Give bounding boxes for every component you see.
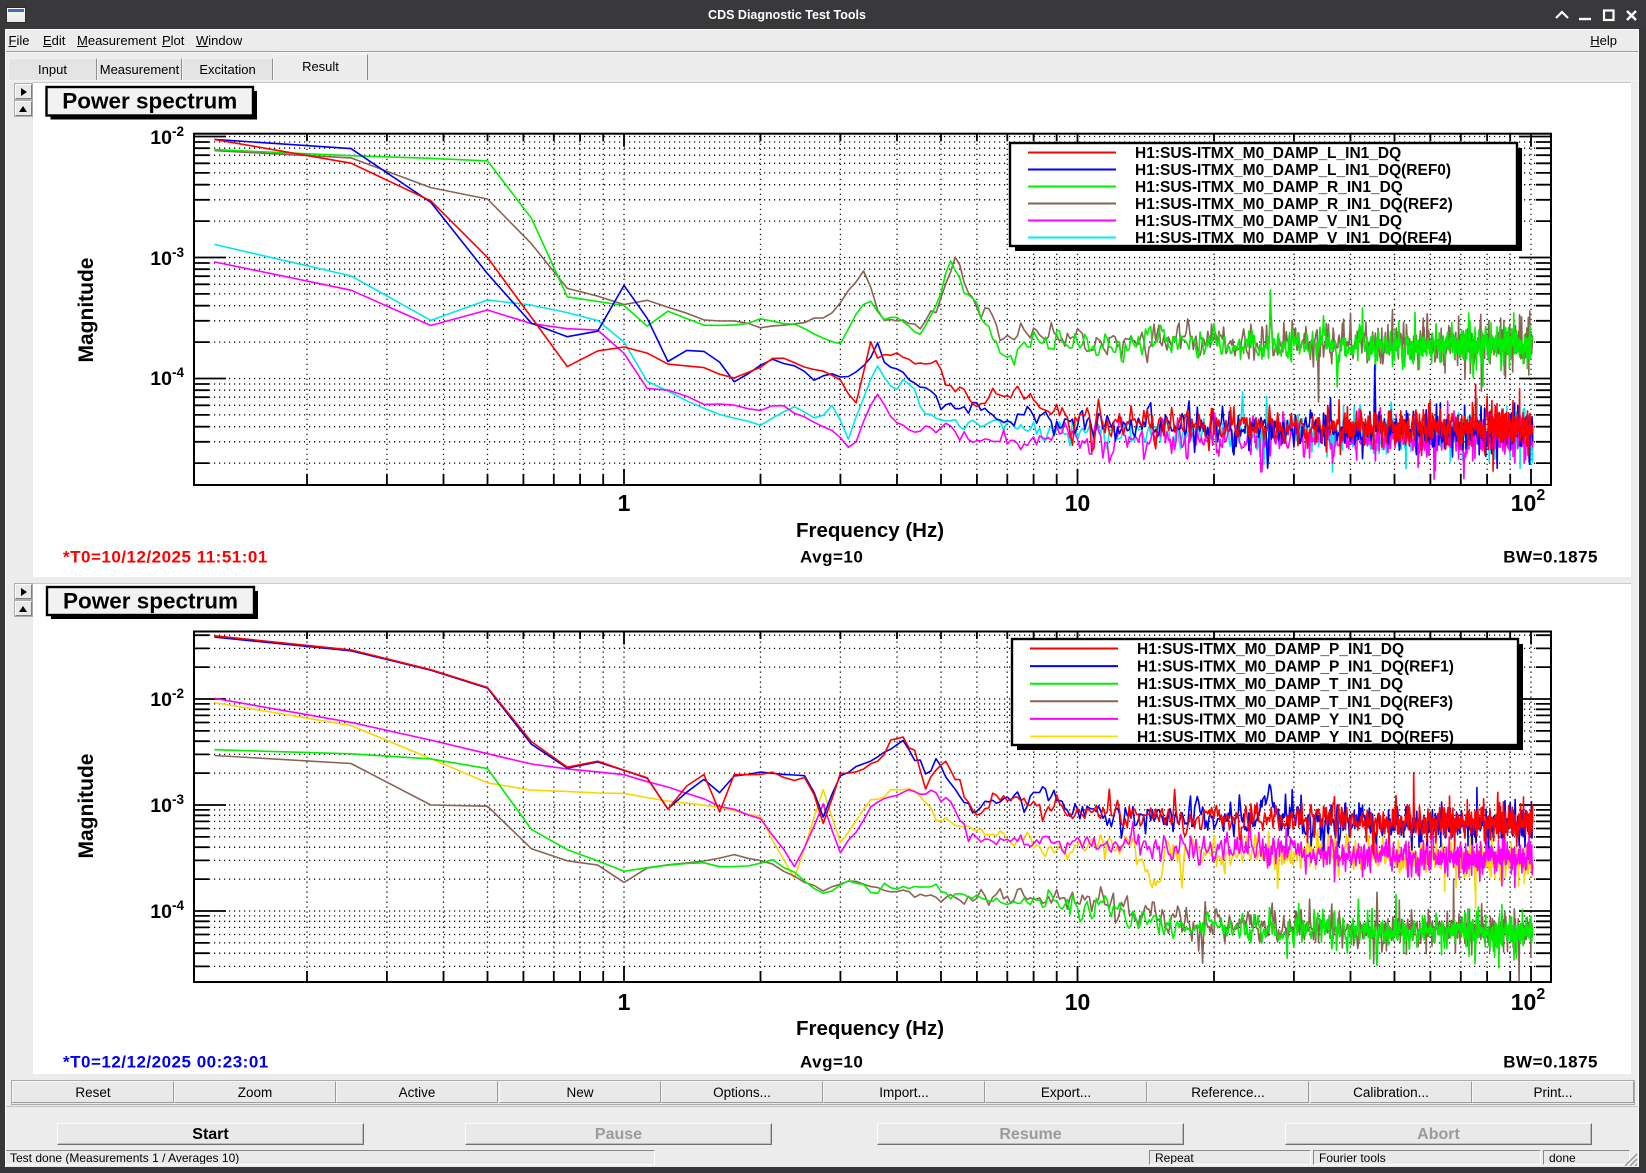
svg-text:Frequency (Hz): Frequency (Hz) xyxy=(796,1017,944,1040)
svg-text:10-2: 10-2 xyxy=(150,124,184,149)
svg-text:H1:SUS-ITMX_M0_DAMP_P_IN1_DQ(R: H1:SUS-ITMX_M0_DAMP_P_IN1_DQ(REF1) xyxy=(1137,659,1454,676)
svg-text:10: 10 xyxy=(1065,490,1091,516)
svg-text:BW=0.1875: BW=0.1875 xyxy=(1503,1053,1598,1072)
svg-text:102: 102 xyxy=(1511,487,1546,516)
svg-text:H1:SUS-ITMX_M0_DAMP_L_IN1_DQ: H1:SUS-ITMX_M0_DAMP_L_IN1_DQ xyxy=(1135,145,1401,162)
svg-text:H1:SUS-ITMX_M0_DAMP_T_IN1_DQ(R: H1:SUS-ITMX_M0_DAMP_T_IN1_DQ(REF3) xyxy=(1137,694,1453,711)
svg-text:1: 1 xyxy=(618,989,631,1015)
svg-text:10-3: 10-3 xyxy=(150,245,184,270)
svg-text:Power spectrum: Power spectrum xyxy=(63,589,238,614)
svg-text:*T0=12/12/2025 00:23:01: *T0=12/12/2025 00:23:01 xyxy=(63,1053,269,1072)
svg-text:10-4: 10-4 xyxy=(150,898,184,923)
svg-text:Power spectrum: Power spectrum xyxy=(62,89,237,114)
svg-text:Magnitude: Magnitude xyxy=(75,754,98,859)
svg-text:H1:SUS-ITMX_M0_DAMP_Y_IN1_DQ: H1:SUS-ITMX_M0_DAMP_Y_IN1_DQ xyxy=(1137,711,1404,728)
svg-text:Avg=10: Avg=10 xyxy=(800,548,863,567)
svg-text:10-4: 10-4 xyxy=(150,365,184,390)
svg-text:H1:SUS-ITMX_M0_DAMP_R_IN1_DQ(R: H1:SUS-ITMX_M0_DAMP_R_IN1_DQ(REF2) xyxy=(1135,196,1453,213)
svg-text:H1:SUS-ITMX_M0_DAMP_V_IN1_DQ: H1:SUS-ITMX_M0_DAMP_V_IN1_DQ xyxy=(1135,213,1402,230)
svg-text:H1:SUS-ITMX_M0_DAMP_R_IN1_DQ: H1:SUS-ITMX_M0_DAMP_R_IN1_DQ xyxy=(1135,179,1403,196)
svg-text:H1:SUS-ITMX_M0_DAMP_V_IN1_DQ(R: H1:SUS-ITMX_M0_DAMP_V_IN1_DQ(REF4) xyxy=(1135,230,1452,247)
svg-text:H1:SUS-ITMX_M0_DAMP_T_IN1_DQ: H1:SUS-ITMX_M0_DAMP_T_IN1_DQ xyxy=(1137,676,1403,693)
svg-text:*T0=10/12/2025 11:51:01: *T0=10/12/2025 11:51:01 xyxy=(63,548,268,567)
svg-text:H1:SUS-ITMX_M0_DAMP_Y_IN1_DQ(R: H1:SUS-ITMX_M0_DAMP_Y_IN1_DQ(REF5) xyxy=(1137,729,1454,746)
svg-text:H1:SUS-ITMX_M0_DAMP_P_IN1_DQ: H1:SUS-ITMX_M0_DAMP_P_IN1_DQ xyxy=(1137,641,1404,658)
svg-text:Magnitude: Magnitude xyxy=(75,258,98,363)
svg-text:10-2: 10-2 xyxy=(150,686,184,711)
svg-text:Frequency (Hz): Frequency (Hz) xyxy=(796,519,944,542)
svg-text:10-3: 10-3 xyxy=(150,792,184,817)
svg-text:Avg=10: Avg=10 xyxy=(800,1053,863,1072)
svg-text:BW=0.1875: BW=0.1875 xyxy=(1503,548,1598,567)
svg-text:1: 1 xyxy=(618,490,631,516)
svg-text:10: 10 xyxy=(1065,989,1091,1015)
svg-text:102: 102 xyxy=(1511,986,1546,1015)
svg-text:H1:SUS-ITMX_M0_DAMP_L_IN1_DQ(R: H1:SUS-ITMX_M0_DAMP_L_IN1_DQ(REF0) xyxy=(1135,162,1451,179)
